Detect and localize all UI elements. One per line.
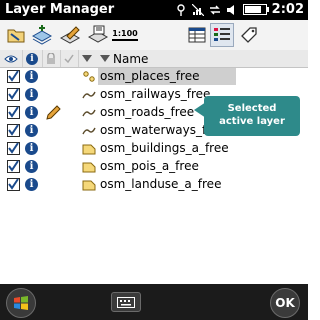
callout-line-1: Selected <box>227 103 277 114</box>
info-icon[interactable]: i <box>25 142 38 155</box>
info-icon[interactable]: i <box>25 178 38 191</box>
status-icons: 2:02 <box>175 2 304 17</box>
info-icon[interactable]: i <box>25 160 38 173</box>
sort-down-icon <box>82 54 92 62</box>
scale-icon: 1:100 <box>112 28 138 41</box>
open-layer-icon <box>7 29 25 43</box>
checkmark-icon <box>8 70 19 82</box>
signal-off-icon <box>191 3 204 16</box>
layer-row[interactable]: i osm_landuse_a_free <box>0 176 308 194</box>
start-button[interactable] <box>6 288 36 318</box>
header-edit[interactable] <box>60 50 79 67</box>
lock-icon <box>47 52 55 64</box>
properties-icon <box>87 25 109 43</box>
visibility-checkbox[interactable] <box>7 142 20 155</box>
info-icon[interactable]: i <box>25 70 38 83</box>
visibility-checkbox[interactable] <box>7 178 20 191</box>
point-layer-icon <box>83 71 95 82</box>
info-header-icon: i <box>26 52 38 65</box>
windows-logo-icon <box>14 296 28 310</box>
polygon-layer-icon <box>82 144 96 155</box>
toolbar: 1:100 <box>0 20 308 51</box>
volume-icon <box>226 4 234 15</box>
add-layer-icon <box>31 25 53 45</box>
tag-icon <box>241 27 257 43</box>
checkmark-icon <box>64 54 74 63</box>
info-icon[interactable]: i <box>25 124 38 137</box>
open-layer-button[interactable] <box>4 23 28 47</box>
legend-view-button[interactable] <box>210 23 234 47</box>
layer-row[interactable]: i osm_places_free <box>0 68 308 86</box>
header-visibility[interactable] <box>0 50 23 67</box>
keyboard-icon <box>117 296 135 308</box>
header-type[interactable] <box>78 50 96 67</box>
column-header: i Name <box>0 50 308 68</box>
visibility-checkbox[interactable] <box>7 88 20 101</box>
info-icon[interactable]: i <box>25 106 38 119</box>
scale-label: 1:100 <box>112 28 138 38</box>
pencil-icon[interactable] <box>45 105 61 121</box>
gps-icon <box>176 3 185 16</box>
bottom-bar: OK <box>0 284 308 320</box>
status-bar: Layer Manager 2:02 <box>0 0 308 20</box>
ok-label: OK <box>275 296 295 310</box>
layer-name: osm_buildings_a_free <box>100 141 229 155</box>
add-layer-button[interactable] <box>30 23 54 47</box>
line-layer-icon <box>82 109 96 117</box>
layer-name: osm_places_free <box>98 68 236 85</box>
clock: 2:02 <box>271 2 304 17</box>
header-name-label: Name <box>113 51 149 66</box>
table-icon <box>188 27 206 43</box>
checkmark-icon <box>8 178 19 190</box>
layer-properties-button[interactable] <box>86 23 110 47</box>
visibility-checkbox[interactable] <box>7 106 20 119</box>
table-view-button[interactable] <box>185 23 209 47</box>
legend-icon <box>214 28 230 41</box>
window-title: Layer Manager <box>5 2 115 17</box>
battery-fill <box>244 6 261 13</box>
line-layer-icon <box>82 91 96 99</box>
checkmark-icon <box>8 124 19 136</box>
checkmark-icon <box>8 88 19 100</box>
ok-button[interactable]: OK <box>270 288 300 318</box>
visibility-checkbox[interactable] <box>7 70 20 83</box>
label-tag-button[interactable] <box>237 23 261 47</box>
checkmark-icon <box>8 106 19 118</box>
edit-layer-icon <box>59 26 81 44</box>
edit-layer-button[interactable] <box>58 23 82 47</box>
scale-button[interactable]: 1:100 <box>112 23 138 47</box>
checkmark-icon <box>8 160 19 172</box>
visibility-checkbox[interactable] <box>7 124 20 137</box>
visibility-checkbox[interactable] <box>7 160 20 173</box>
header-info[interactable]: i <box>22 50 43 67</box>
header-lock[interactable] <box>42 50 61 67</box>
layer-row[interactable]: i osm_buildings_a_free <box>0 140 308 158</box>
callout-line-2: active layer <box>219 116 285 127</box>
battery-icon <box>242 4 269 15</box>
sync-arrows-icon <box>209 5 220 14</box>
info-icon[interactable]: i <box>25 88 38 101</box>
checkmark-icon <box>8 142 19 154</box>
eye-icon <box>4 55 18 62</box>
layer-name: osm_pois_a_free <box>100 159 199 173</box>
line-layer-icon <box>82 127 96 135</box>
callout-bubble: Selected active layer <box>204 96 300 136</box>
polygon-layer-icon <box>82 162 96 173</box>
layer-row[interactable]: i osm_pois_a_free <box>0 158 308 176</box>
keyboard-button[interactable] <box>111 292 141 312</box>
sort-down-icon <box>100 54 110 62</box>
header-name[interactable]: Name <box>100 50 148 67</box>
layer-name: osm_landuse_a_free <box>100 177 222 191</box>
polygon-layer-icon <box>82 180 96 191</box>
